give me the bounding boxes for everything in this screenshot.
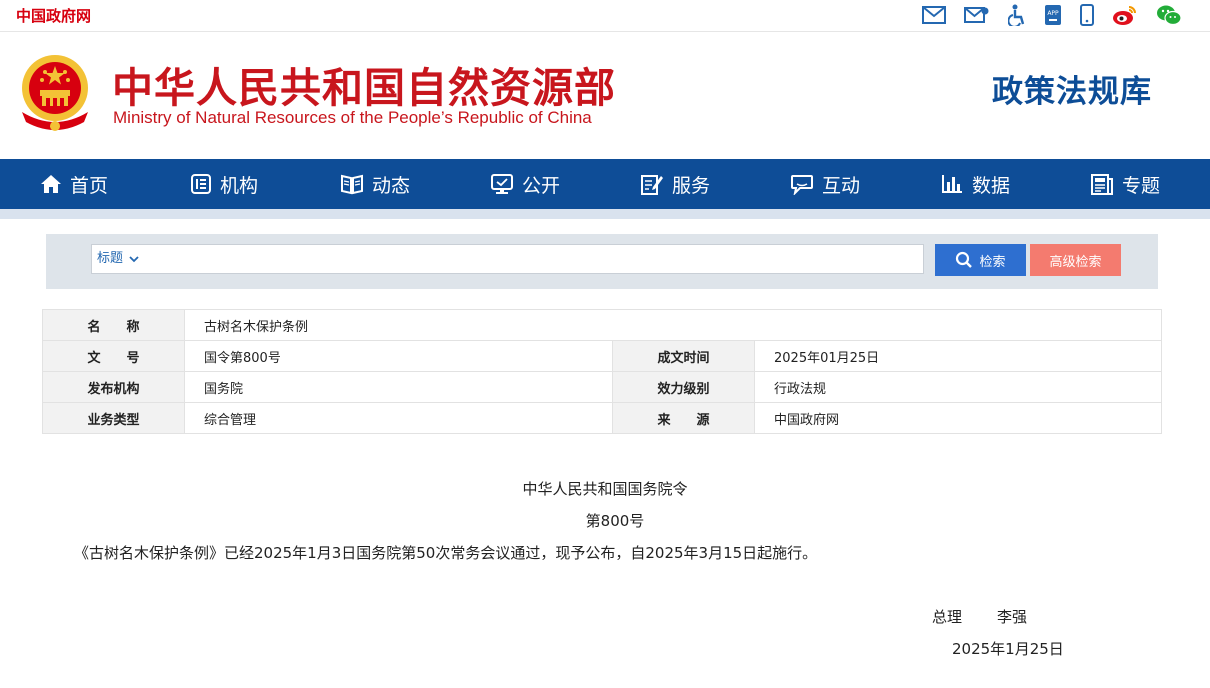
search-button[interactable]: 检索 bbox=[935, 244, 1026, 276]
site-title-english: Ministry of Natural Resources of the Peo… bbox=[113, 108, 592, 127]
accessibility-icon[interactable] bbox=[1008, 4, 1026, 26]
wechat-icon[interactable] bbox=[1156, 4, 1182, 26]
site-header: 中华人民共和国自然资源部 Ministry of Natural Resourc… bbox=[0, 32, 1210, 159]
meta-value-name: 古树名木保护条例 bbox=[184, 309, 1162, 341]
signature-date: 2025年1月25日 bbox=[952, 640, 1064, 658]
site-title-chinese: 中华人民共和国自然资源部 bbox=[112, 64, 616, 112]
policy-database-title: 政策法规库 bbox=[992, 74, 1152, 110]
meta-label-name: 名 称 bbox=[42, 309, 185, 341]
nav-item-service[interactable]: 服务 bbox=[640, 159, 710, 209]
nav-item-public[interactable]: 公开 bbox=[490, 159, 560, 209]
organization-icon bbox=[191, 174, 211, 194]
monitor-icon bbox=[491, 174, 513, 194]
meta-label-date: 成文时间 bbox=[612, 340, 755, 372]
meta-label-category: 业务类型 bbox=[42, 402, 185, 434]
app-icon[interactable]: APP bbox=[1044, 4, 1062, 26]
meta-label-docno: 文 号 bbox=[42, 340, 185, 372]
table-row: 发布机构 国务院 效力级别 行政法规 bbox=[42, 371, 1162, 403]
nav-item-home[interactable]: 首页 bbox=[40, 159, 108, 209]
nav-item-label: 服务 bbox=[672, 174, 711, 197]
newspaper-icon bbox=[1091, 174, 1113, 195]
meta-value-level: 行政法规 bbox=[754, 371, 1162, 403]
search-field-selected: 标题 bbox=[97, 251, 124, 266]
document-number: 第800号 bbox=[585, 512, 645, 530]
bar-chart-icon bbox=[942, 175, 962, 193]
advanced-search-button[interactable]: 高级检索 bbox=[1030, 244, 1121, 276]
nav-item-data[interactable]: 数据 bbox=[940, 159, 1010, 209]
meta-value-issuer: 国务院 bbox=[184, 371, 613, 403]
meta-value-date: 2025年01月25日 bbox=[754, 340, 1162, 372]
national-emblem-icon bbox=[22, 55, 88, 131]
nav-item-label: 互动 bbox=[822, 174, 861, 197]
search-input[interactable] bbox=[154, 247, 918, 273]
weibo-icon[interactable] bbox=[1112, 4, 1138, 26]
meta-label-source: 来 源 bbox=[612, 402, 755, 434]
mobile-icon[interactable] bbox=[1080, 4, 1094, 26]
search-field-select[interactable]: 标题 bbox=[97, 245, 139, 273]
main-navigation: 首页 机构 动态 公开 服务 互动 数据 专题 bbox=[0, 159, 1210, 209]
nav-item-news[interactable]: 动态 bbox=[340, 159, 410, 209]
nav-item-interaction[interactable]: 互动 bbox=[790, 159, 860, 209]
mail-settings-icon[interactable] bbox=[964, 6, 990, 24]
document-paragraph: 《古树名木保护条例》已经2025年1月3日国务院第50次常务会议通过，现予公布，… bbox=[74, 544, 818, 562]
signature-name: 李强 bbox=[997, 608, 1028, 626]
nav-shadow-band bbox=[0, 209, 1210, 219]
meta-label-level: 效力级别 bbox=[612, 371, 755, 403]
document-meta-table: 名 称 古树名木保护条例 文 号 国令第800号 成文时间 2025年01月25… bbox=[42, 309, 1162, 434]
mail-icon[interactable] bbox=[922, 6, 946, 24]
search-button-label: 检索 bbox=[979, 254, 1006, 270]
table-row: 文 号 国令第800号 成文时间 2025年01月25日 bbox=[42, 340, 1162, 372]
nav-item-label: 首页 bbox=[70, 174, 109, 197]
nav-item-label: 专题 bbox=[1122, 174, 1161, 197]
meta-value-docno: 国令第800号 bbox=[184, 340, 613, 372]
signature-role: 总理 bbox=[932, 608, 963, 626]
nav-item-organization[interactable]: 机构 bbox=[190, 159, 258, 209]
search-icon bbox=[956, 251, 973, 268]
nav-item-label: 动态 bbox=[372, 174, 411, 197]
top-utility-bar: 中国政府网 APP bbox=[0, 0, 1210, 32]
nav-item-label: 数据 bbox=[972, 174, 1011, 197]
home-icon bbox=[41, 175, 61, 193]
app-icon-text: APP bbox=[1047, 10, 1059, 17]
nav-item-label: 机构 bbox=[220, 174, 259, 197]
table-row: 业务类型 综合管理 来 源 中国政府网 bbox=[42, 402, 1162, 434]
search-box: 标题 bbox=[91, 244, 924, 274]
chat-icon bbox=[791, 175, 813, 195]
gov-portal-link[interactable]: 中国政府网 bbox=[16, 5, 91, 26]
meta-value-source: 中国政府网 bbox=[754, 402, 1162, 434]
nav-item-topic[interactable]: 专题 bbox=[1090, 159, 1160, 209]
document-title: 中华人民共和国国务院令 bbox=[522, 480, 688, 498]
meta-label-issuer: 发布机构 bbox=[42, 371, 185, 403]
top-icon-group: APP bbox=[922, 3, 1182, 27]
nav-item-label: 公开 bbox=[522, 174, 561, 197]
table-row: 名 称 古树名木保护条例 bbox=[42, 309, 1162, 341]
chevron-down-icon bbox=[129, 256, 139, 263]
meta-value-category: 综合管理 bbox=[184, 402, 613, 434]
edit-document-icon bbox=[641, 175, 663, 195]
book-icon bbox=[341, 174, 363, 195]
